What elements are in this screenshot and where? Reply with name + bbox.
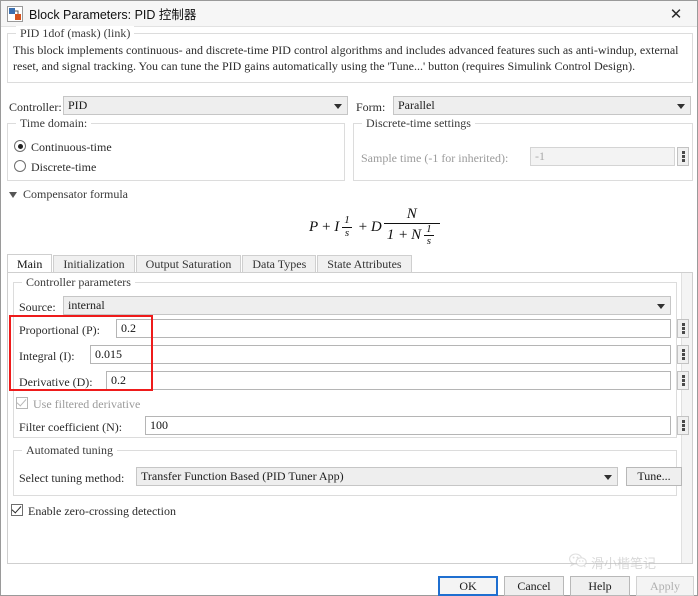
- formula-fraction-derivative: N 1 + N 1 s: [383, 206, 440, 248]
- tab-state-attributes-label: State Attributes: [327, 257, 402, 271]
- formula-plus-1: +: [321, 218, 332, 235]
- formula-frac1-den: s: [341, 226, 353, 240]
- sample-time-stepper[interactable]: [677, 147, 689, 166]
- derivative-label: Derivative (D):: [19, 375, 93, 389]
- derivative-input[interactable]: 0.2: [106, 371, 671, 390]
- filter-coefficient-value: 100: [150, 418, 168, 432]
- integral-stepper[interactable]: [677, 345, 689, 364]
- ok-button[interactable]: OK: [438, 576, 498, 596]
- sample-time-label: Sample time (-1 for inherited):: [361, 151, 509, 165]
- integral-input[interactable]: 0.015: [90, 345, 671, 364]
- formula-frac2-den: 1 + N 1 s: [383, 222, 440, 248]
- discrete-settings-legend: Discrete-time settings: [362, 116, 475, 131]
- tab-initialization[interactable]: Initialization: [53, 255, 135, 273]
- time-domain-legend: Time domain:: [16, 116, 92, 131]
- zero-crossing-checkbox[interactable]: [11, 504, 23, 516]
- integral-label: Integral (I):: [19, 349, 75, 363]
- formula-frac1-num: 1: [344, 214, 350, 227]
- tab-main[interactable]: Main: [7, 254, 53, 273]
- tab-output-saturation-label: Output Saturation: [145, 257, 232, 271]
- chevron-down-icon: [334, 103, 342, 109]
- formula-fraction-1-over-s: 1 s: [341, 215, 353, 239]
- compensator-formula-header[interactable]: Compensator formula: [9, 187, 128, 202]
- automated-tuning-legend: Automated tuning: [22, 443, 117, 458]
- source-label: Source:: [19, 300, 56, 314]
- proportional-label: Proportional (P):: [19, 323, 100, 337]
- title-bar: Block Parameters: PID 控制器 ✕: [1, 1, 697, 27]
- formula-plus-2: +: [357, 218, 368, 235]
- integral-value: 0.015: [95, 347, 122, 361]
- block-parameters-dialog: Block Parameters: PID 控制器 ✕ PID 1dof (ma…: [0, 0, 698, 596]
- chevron-down-icon: [9, 191, 17, 198]
- formula-fraction-inner: 1 s: [423, 222, 435, 248]
- formula-den-n: N: [411, 226, 422, 243]
- cancel-button-label: Cancel: [517, 578, 551, 593]
- radio-continuous-time-label: Continuous-time: [31, 140, 112, 154]
- form-label: Form:: [356, 100, 386, 114]
- help-button[interactable]: Help: [570, 576, 630, 596]
- proportional-stepper[interactable]: [677, 319, 689, 338]
- tuning-method-select[interactable]: Transfer Function Based (PID Tuner App): [136, 467, 618, 486]
- ok-button-label: OK: [459, 578, 477, 593]
- tab-main-label: Main: [17, 256, 43, 271]
- form-select-value: Parallel: [398, 98, 435, 112]
- proportional-value: 0.2: [121, 321, 136, 335]
- controller-select[interactable]: PID: [63, 96, 348, 115]
- formula-frac3-num: 1: [426, 222, 432, 235]
- tuning-method-value: Transfer Function Based (PID Tuner App): [141, 469, 344, 483]
- controller-label: Controller:: [9, 100, 62, 114]
- source-select[interactable]: internal: [63, 296, 671, 315]
- derivative-stepper[interactable]: [677, 371, 689, 390]
- formula-p: P: [309, 218, 319, 235]
- tab-strip: Main Initialization Output Saturation Da…: [7, 254, 413, 273]
- block-description: This block implements continuous- and di…: [13, 43, 679, 73]
- apply-button[interactable]: Apply: [636, 576, 694, 596]
- watermark: 滑小楷笔记: [569, 553, 656, 572]
- source-select-value: internal: [68, 298, 105, 312]
- radio-continuous-time[interactable]: [14, 140, 26, 152]
- controller-select-value: PID: [68, 98, 88, 112]
- formula-frac2-num: N: [406, 206, 417, 222]
- form-select[interactable]: Parallel: [393, 96, 691, 115]
- filter-coefficient-label: Filter coefficient (N):: [19, 420, 123, 434]
- tab-data-types-label: Data Types: [252, 257, 307, 271]
- formula-den-one: 1 +: [386, 226, 409, 243]
- help-button-label: Help: [588, 578, 612, 593]
- sample-time-input[interactable]: -1: [530, 147, 675, 166]
- formula-frac3-den: s: [423, 235, 435, 248]
- use-filtered-derivative-checkbox[interactable]: [16, 397, 28, 409]
- radio-discrete-time[interactable]: [14, 160, 26, 172]
- compensator-formula: P + I 1 s + D N 1 + N 1 s: [309, 206, 442, 248]
- apply-button-label: Apply: [650, 578, 680, 593]
- formula-i: I: [334, 218, 340, 235]
- window-title: Block Parameters: PID 控制器: [29, 8, 197, 22]
- tuning-method-label: Select tuning method:: [19, 471, 125, 485]
- compensator-formula-label: Compensator formula: [23, 187, 128, 201]
- tune-button[interactable]: Tune...: [626, 467, 682, 486]
- proportional-input[interactable]: 0.2: [116, 319, 671, 338]
- chevron-down-icon: [604, 474, 612, 480]
- formula-d: D: [370, 218, 382, 235]
- watermark-text: 滑小楷笔记: [591, 556, 657, 571]
- tab-state-attributes[interactable]: State Attributes: [317, 255, 412, 273]
- wechat-icon: [569, 553, 587, 572]
- tune-button-label: Tune...: [637, 469, 671, 483]
- simulink-block-icon: [7, 5, 23, 22]
- tab-output-saturation[interactable]: Output Saturation: [135, 255, 242, 273]
- cancel-button[interactable]: Cancel: [504, 576, 564, 596]
- tab-data-types[interactable]: Data Types: [242, 255, 317, 273]
- chevron-down-icon: [677, 103, 685, 109]
- use-filtered-derivative-label: Use filtered derivative: [33, 397, 141, 411]
- close-icon[interactable]: ✕: [655, 1, 697, 27]
- block-info-legend: PID 1dof (mask) (link): [16, 26, 135, 41]
- derivative-value: 0.2: [111, 373, 126, 387]
- controller-parameters-legend: Controller parameters: [22, 275, 135, 290]
- radio-discrete-time-label: Discrete-time: [31, 160, 97, 174]
- filter-coefficient-input[interactable]: 100: [145, 416, 671, 435]
- chevron-down-icon: [657, 303, 665, 309]
- sample-time-value: -1: [535, 149, 545, 163]
- zero-crossing-label: Enable zero-crossing detection: [28, 504, 176, 518]
- tab-initialization-label: Initialization: [63, 257, 125, 271]
- filter-coefficient-stepper[interactable]: [677, 416, 689, 435]
